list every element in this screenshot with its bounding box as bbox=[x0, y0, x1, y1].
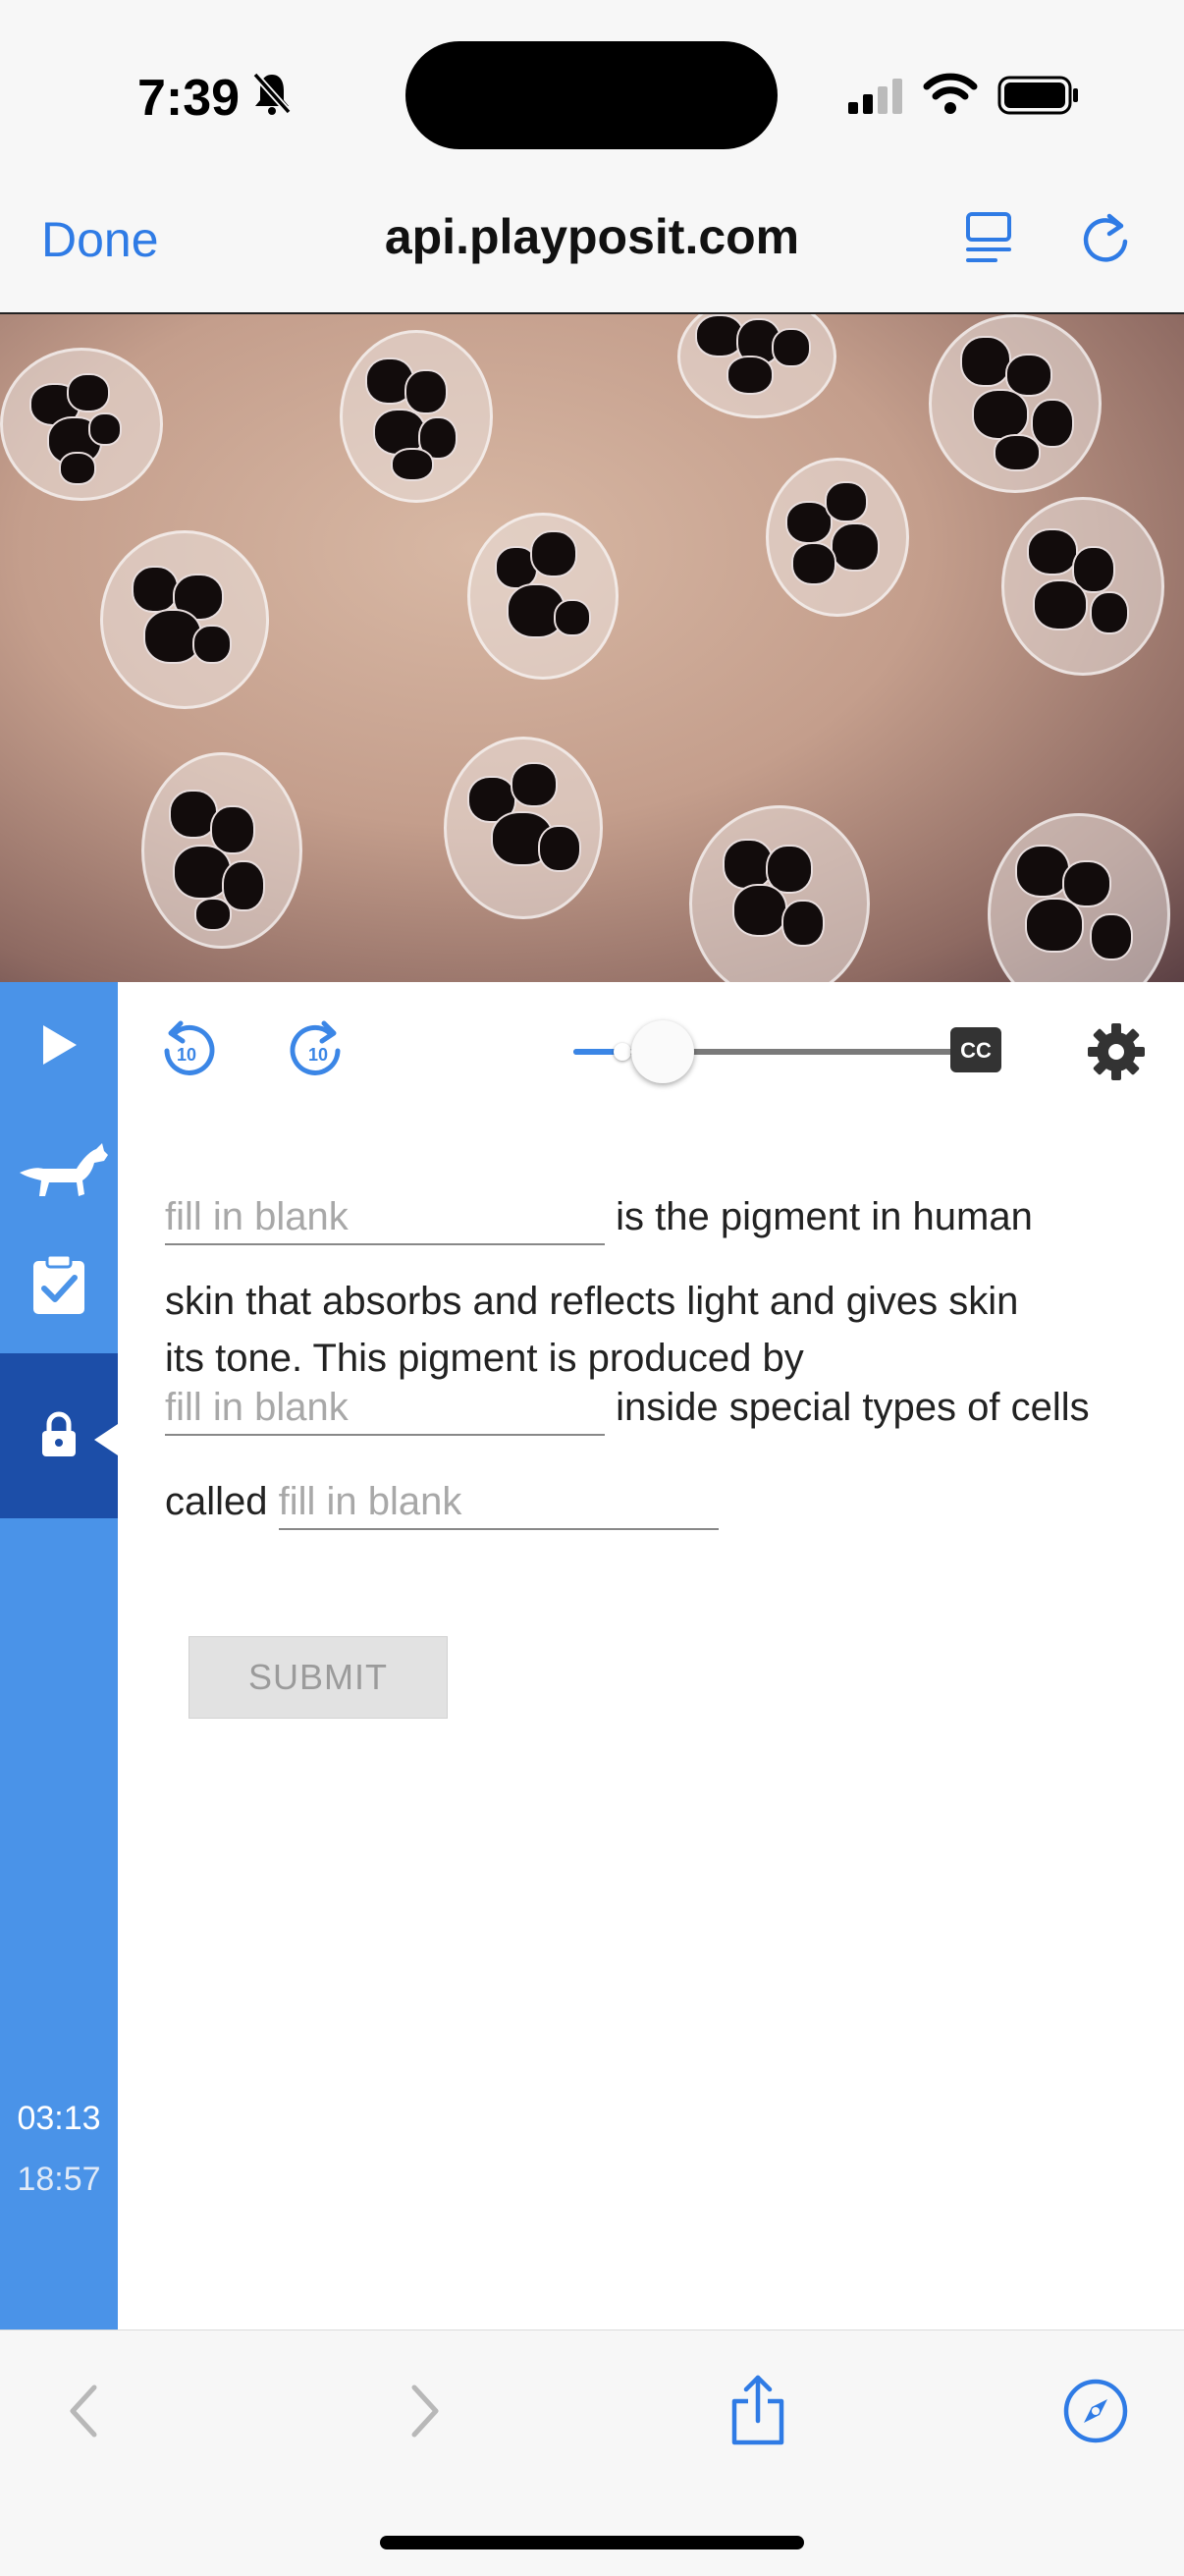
question-text-1: is the pigment in human bbox=[616, 1195, 1033, 1238]
battery-icon bbox=[997, 75, 1080, 121]
compass-icon[interactable] bbox=[1062, 2378, 1129, 2449]
status-bar: 7:39 bbox=[0, 0, 1184, 187]
forward-10-icon[interactable]: 10 bbox=[289, 1019, 348, 1085]
blank-input-1[interactable] bbox=[165, 1195, 605, 1245]
reload-icon[interactable] bbox=[1080, 210, 1133, 272]
clipboard-check-icon[interactable] bbox=[29, 1253, 88, 1321]
share-icon[interactable] bbox=[727, 2374, 789, 2451]
player-sidebar: 03:13 18:57 bbox=[0, 982, 118, 2329]
home-indicator bbox=[380, 2536, 804, 2549]
total-time: 18:57 bbox=[17, 2161, 101, 2198]
blank-input-3[interactable] bbox=[278, 1480, 719, 1530]
submit-button[interactable]: SUBMIT bbox=[188, 1636, 448, 1719]
active-indicator bbox=[94, 1424, 118, 1455]
progress-handle[interactable] bbox=[631, 1020, 694, 1083]
question-text-2: skin that absorbs and reflects light and… bbox=[165, 1280, 1019, 1323]
question-text-4: inside special types of cells bbox=[616, 1386, 1090, 1429]
dog-icon[interactable] bbox=[16, 1139, 110, 1207]
buffer-marker bbox=[614, 1043, 631, 1061]
svg-text:10: 10 bbox=[177, 1045, 196, 1065]
current-time: 03:13 bbox=[17, 2100, 101, 2137]
question-panel: 10 10 CC is the pigment in human skin th… bbox=[118, 982, 1184, 2329]
rewind-10-icon[interactable]: 10 bbox=[157, 1019, 216, 1085]
dynamic-island bbox=[405, 41, 778, 149]
question-text-5: called bbox=[165, 1480, 268, 1523]
video-frame[interactable] bbox=[0, 312, 1184, 984]
question-text-3: its tone. This pigment is produced by bbox=[165, 1337, 804, 1380]
lock-icon bbox=[39, 1410, 79, 1464]
svg-text:10: 10 bbox=[308, 1045, 328, 1065]
wifi-icon bbox=[923, 73, 978, 121]
gear-icon[interactable] bbox=[1086, 1021, 1147, 1087]
blank-input-2[interactable] bbox=[165, 1386, 605, 1436]
status-time: 7:39 bbox=[137, 70, 241, 127]
forward-icon[interactable] bbox=[404, 2382, 444, 2445]
bell-slash-icon bbox=[251, 71, 293, 121]
reader-icon[interactable] bbox=[964, 210, 1013, 270]
back-icon[interactable] bbox=[65, 2382, 104, 2445]
svg-text:CC: CC bbox=[960, 1038, 992, 1063]
play-icon[interactable] bbox=[37, 1021, 81, 1073]
cc-icon[interactable]: CC bbox=[948, 1025, 1003, 1079]
signal-icon bbox=[846, 77, 905, 121]
